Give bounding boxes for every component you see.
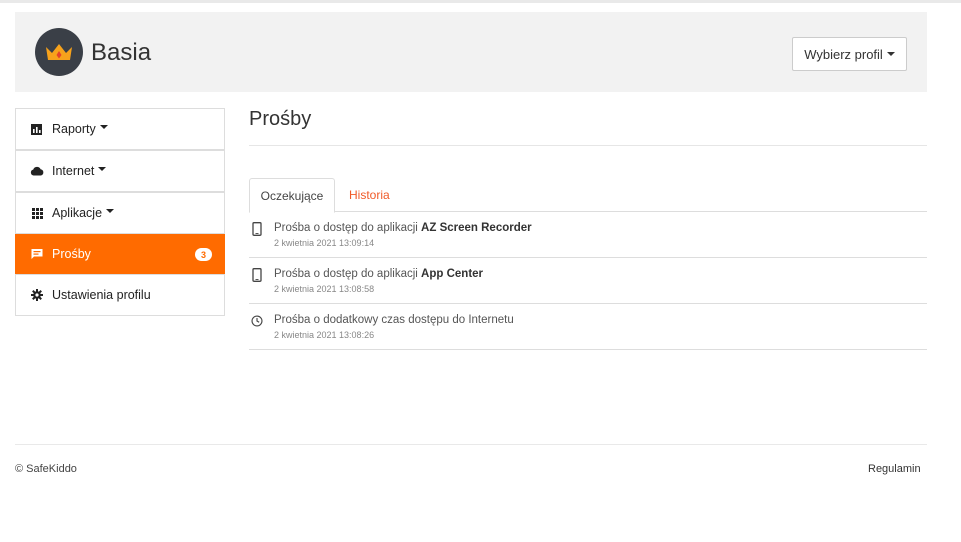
sidebar: Raporty Internet Aplikacje Prośby 3 Usta… xyxy=(15,108,225,316)
terms-link[interactable]: Regulamin xyxy=(868,463,921,475)
sidebar-item-reports[interactable]: Raporty xyxy=(15,108,225,150)
request-date: 2 kwietnia 2021 13:09:14 xyxy=(274,238,375,248)
footer-divider xyxy=(15,444,927,445)
request-text: Prośba o dostęp do aplikacji App Center xyxy=(274,268,484,280)
sidebar-item-apps[interactable]: Aplikacje xyxy=(15,192,225,234)
sidebar-item-label: Aplikacje xyxy=(52,206,103,220)
caret-down-icon xyxy=(106,209,115,213)
list-item[interactable]: Prośba o dostęp do aplikacji App Center … xyxy=(249,258,927,304)
tab-pending[interactable]: Oczekujące xyxy=(249,178,335,213)
message-icon xyxy=(29,247,45,261)
request-date: 2 kwietnia 2021 13:08:26 xyxy=(274,330,375,340)
sidebar-item-profile-settings[interactable]: Ustawienia profilu xyxy=(15,274,225,316)
list-item[interactable]: Prośba o dostęp do aplikacji AZ Screen R… xyxy=(249,212,927,258)
cloud-icon xyxy=(29,164,45,178)
requests-count-badge: 3 xyxy=(195,248,212,261)
gear-icon xyxy=(29,288,45,302)
request-text: Prośba o dodatkowy czas dostępu do Inter… xyxy=(274,314,514,326)
list-item[interactable]: Prośba o dodatkowy czas dostępu do Inter… xyxy=(249,304,927,350)
sidebar-item-label: Ustawienia profilu xyxy=(52,288,151,302)
grid-icon xyxy=(29,206,45,220)
phone-icon xyxy=(252,268,262,282)
tabs: Oczekujące Historia xyxy=(249,178,927,213)
request-list: Prośba o dostęp do aplikacji AZ Screen R… xyxy=(249,212,927,350)
copyright: © SafeKiddo xyxy=(15,463,77,475)
caret-down-icon xyxy=(99,125,108,129)
request-text: Prośba o dostęp do aplikacji AZ Screen R… xyxy=(274,222,532,234)
sidebar-item-label: Raporty xyxy=(52,122,96,136)
divider xyxy=(249,145,927,146)
sidebar-item-internet[interactable]: Internet xyxy=(15,150,225,192)
clock-icon xyxy=(251,315,263,327)
sidebar-item-label: Internet xyxy=(52,164,95,178)
top-border xyxy=(0,0,961,3)
sidebar-item-requests[interactable]: Prośby 3 xyxy=(15,234,225,274)
crown-icon xyxy=(46,44,72,60)
select-profile-button[interactable]: Wybierz profil xyxy=(792,37,907,71)
select-profile-label: Wybierz profil xyxy=(804,46,883,62)
phone-icon xyxy=(252,222,262,236)
caret-down-icon xyxy=(886,52,895,56)
child-name: Basia xyxy=(91,39,152,66)
app-name: App Center xyxy=(421,268,484,280)
request-date: 2 kwietnia 2021 13:08:58 xyxy=(274,284,375,294)
page-title: Prośby xyxy=(249,108,312,130)
avatar xyxy=(35,28,83,76)
tab-history[interactable]: Historia xyxy=(337,178,402,212)
caret-down-icon xyxy=(98,167,107,171)
sidebar-item-label: Prośby xyxy=(52,247,91,261)
profile-header: Basia Wybierz profil xyxy=(15,12,927,92)
bar-chart-icon xyxy=(29,122,45,136)
app-name: AZ Screen Recorder xyxy=(421,222,532,234)
